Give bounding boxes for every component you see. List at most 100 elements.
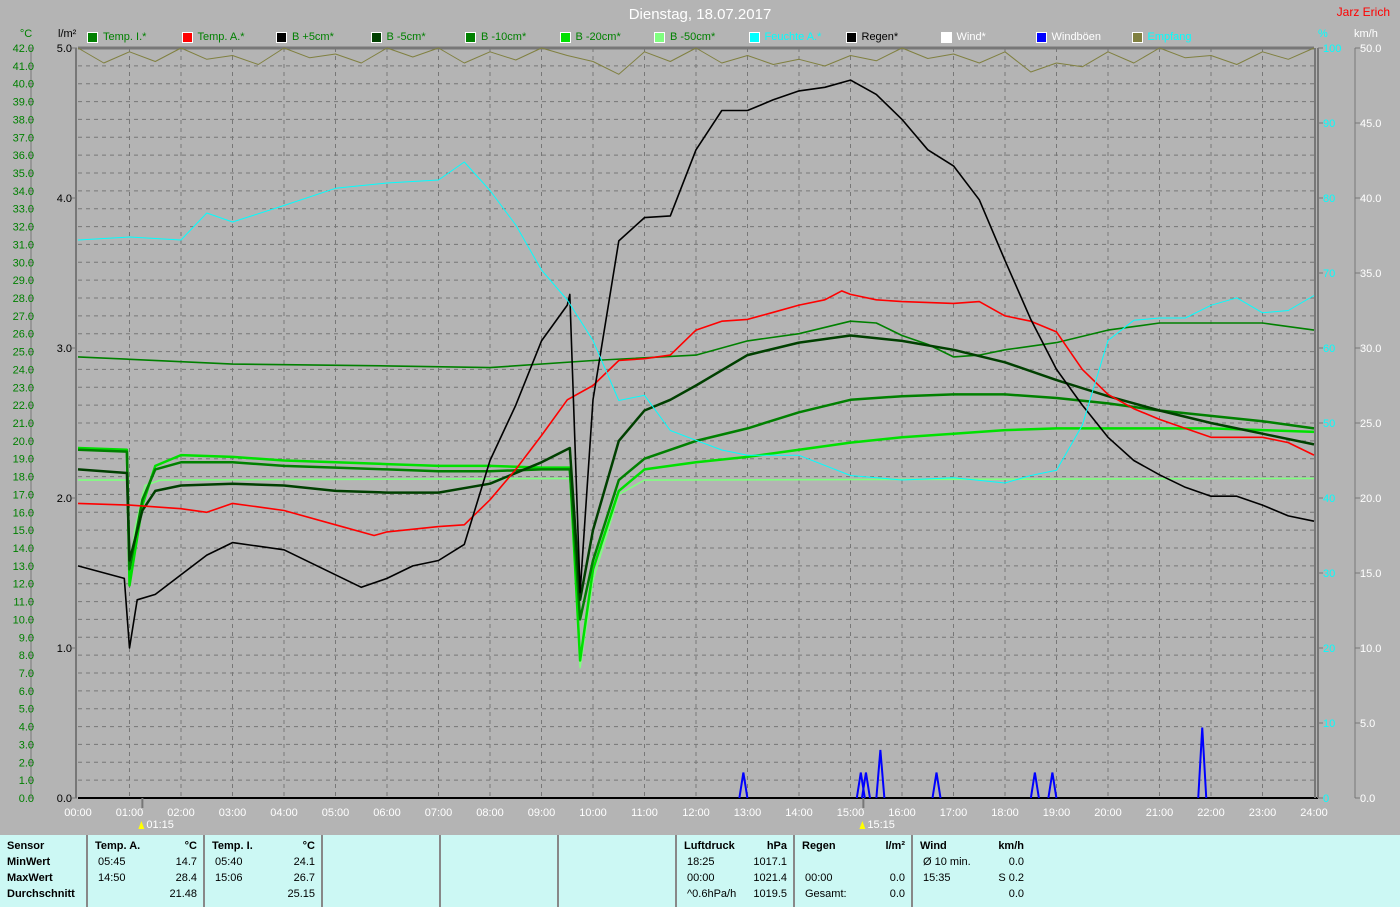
legend-swatch-icon xyxy=(87,31,98,43)
column-header: Temp. I. xyxy=(212,840,253,852)
legend-label: Wind* xyxy=(956,31,986,43)
wind-tick-label: 35.0 xyxy=(1360,268,1381,280)
temp-tick-label: 32.0 xyxy=(13,222,34,234)
min-label: MinWert xyxy=(7,856,51,868)
unit-label: °C xyxy=(184,840,197,852)
humidity-tick-label: 90 xyxy=(1323,118,1335,130)
stat-value: 1019.5 xyxy=(753,888,787,900)
rain-tick-label: 0.0 xyxy=(57,793,72,805)
legend-item: Regen* xyxy=(845,31,941,43)
time-value: ^0.6hPa/h xyxy=(687,888,737,900)
temp-tick-label: 18.0 xyxy=(13,472,34,484)
sun-marker-icon xyxy=(859,821,866,829)
humidity-tick-label: 60 xyxy=(1323,343,1335,355)
temp-tick-label: 0.0 xyxy=(19,793,34,805)
rain-tick-label: 5.0 xyxy=(57,43,72,55)
legend-label: Empfang xyxy=(1147,31,1192,43)
legend-swatch-icon xyxy=(1131,31,1143,43)
time-value: 00:00 xyxy=(687,872,715,884)
avg-label: Durchschnitt xyxy=(7,888,75,900)
temp-tick-label: 24.0 xyxy=(13,364,34,376)
temp-tick-label: 40.0 xyxy=(13,79,34,91)
legend-label: Temp. A.* xyxy=(197,31,245,43)
legend-item: Temp. A.* xyxy=(181,31,277,43)
temp-tick-label: 31.0 xyxy=(13,239,34,251)
legend-item: Temp. I.* xyxy=(87,31,182,43)
sun-marker-label: 01:15 xyxy=(146,819,174,831)
wind-gust-spike xyxy=(1029,772,1040,799)
legend-swatch-icon xyxy=(845,31,857,43)
humidity-tick-label: 80 xyxy=(1323,193,1335,205)
x-tick-label: 05:00 xyxy=(322,807,350,819)
wind-gust-spike xyxy=(1047,772,1058,799)
x-tick-label: 24:00 xyxy=(1300,807,1328,819)
temp-tick-label: 16.0 xyxy=(13,507,34,519)
unit-label: km/h xyxy=(998,840,1024,852)
column-header: Regen xyxy=(802,840,836,852)
temp-tick-label: 6.0 xyxy=(19,686,34,698)
unit-label: °C xyxy=(302,840,315,852)
stat-value: 26.7 xyxy=(293,872,315,884)
x-tick-label: 09:00 xyxy=(528,807,556,819)
legend-label: B -50cm* xyxy=(670,31,716,43)
temp-tick-label: 20.0 xyxy=(13,436,34,448)
wind-tick-label: 25.0 xyxy=(1360,418,1381,430)
wind-gust-spike xyxy=(1197,727,1208,799)
stat-value: 1017.1 xyxy=(753,856,787,868)
time-value: 14:50 xyxy=(98,872,126,884)
rain-column: Regen l/m² 00:00 0.0 Gesamt: 0.0 xyxy=(795,835,913,907)
wind-tick-label: 50.0 xyxy=(1360,43,1381,55)
stat-value: 25.15 xyxy=(287,888,315,900)
stat-value: 0.0 xyxy=(889,888,905,900)
rain-tick-label: 3.0 xyxy=(57,343,72,355)
temp-tick-label: 9.0 xyxy=(19,632,34,644)
wind-tick-label: 40.0 xyxy=(1360,193,1381,205)
x-tick-label: 21:00 xyxy=(1146,807,1174,819)
temp-tick-label: 26.0 xyxy=(13,329,34,341)
temp-tick-label: 11.0 xyxy=(13,597,34,609)
legend-item: B +5cm* xyxy=(276,31,371,43)
humidity-tick-label: 10 xyxy=(1323,718,1335,730)
legend-swatch-icon xyxy=(465,31,476,43)
wind-tick-label: 5.0 xyxy=(1360,718,1375,730)
x-tick-label: 16:00 xyxy=(888,807,916,819)
x-tick-label: 06:00 xyxy=(373,807,401,819)
legend-label: B -10cm* xyxy=(481,31,527,43)
stat-value: 0.0 xyxy=(889,872,905,884)
temp-tick-label: 21.0 xyxy=(13,418,34,430)
unit-label: hPa xyxy=(766,840,787,852)
stat-value: 0.0 xyxy=(1008,888,1024,900)
temp-tick-label: 10.0 xyxy=(13,614,34,626)
time-value: 15:35 xyxy=(923,872,951,884)
wind-tick-label: 15.0 xyxy=(1360,568,1381,580)
x-tick-label: 07:00 xyxy=(425,807,453,819)
legend-swatch-icon xyxy=(276,31,287,43)
temp-a-column: Temp. A. °C 05:45 14.7 14:50 28.4 21.48 xyxy=(88,835,205,907)
sensor-column: Sensor MinWert MaxWert Durchschnitt xyxy=(0,835,88,907)
x-tick-label: 03:00 xyxy=(219,807,247,819)
wind-axis-label: km/h xyxy=(1354,28,1378,40)
wind-gust-spike xyxy=(860,772,871,799)
stat-value: 1021.4 xyxy=(753,872,787,884)
humidity-tick-label: 20 xyxy=(1323,643,1335,655)
temp-tick-label: 3.0 xyxy=(19,739,34,751)
time-value: Ø 10 min. xyxy=(923,856,971,868)
empty-column xyxy=(441,835,559,907)
temp-tick-label: 12.0 xyxy=(13,579,34,591)
temp-tick-label: 8.0 xyxy=(19,650,34,662)
temp-tick-label: 17.0 xyxy=(13,489,34,501)
wind-gust-spike xyxy=(931,772,942,799)
temp-tick-label: 38.0 xyxy=(13,114,34,126)
legend-item: Feuchte A.* xyxy=(748,31,846,43)
legend: Temp. I.* Temp. A.* B +5cm* B -5cm* B -10cm*… xyxy=(87,31,1226,43)
legend-label: B -5cm* xyxy=(386,31,426,43)
legend-item: Wind* xyxy=(940,31,1036,43)
column-header: Wind xyxy=(920,840,947,852)
x-tick-label: 19:00 xyxy=(1043,807,1071,819)
x-tick-label: 11:00 xyxy=(631,807,658,819)
humidity-tick-label: 70 xyxy=(1323,268,1335,280)
wind-gust-spike xyxy=(738,772,749,799)
temp-tick-label: 29.0 xyxy=(13,275,34,287)
x-tick-label: 14:00 xyxy=(785,807,813,819)
x-tick-label: 01:00 xyxy=(116,807,144,819)
